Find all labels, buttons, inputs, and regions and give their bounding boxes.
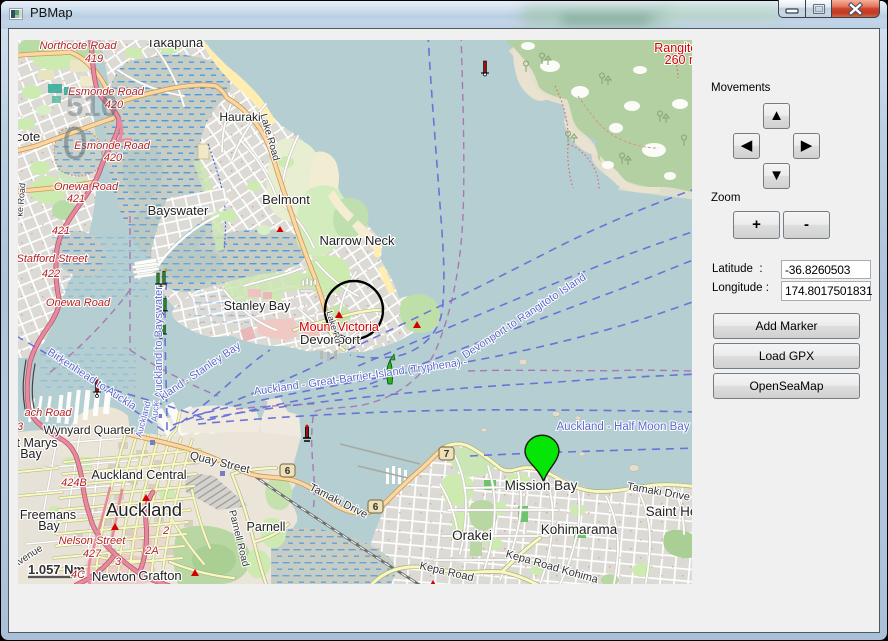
- svg-text:4C: 4C: [71, 569, 85, 581]
- svg-text:Auckland - Half Moon Bay: Auckland - Half Moon Bay: [557, 421, 690, 433]
- svg-text:ach Road: ach Road: [24, 407, 72, 419]
- svg-text:2: 2: [162, 525, 169, 537]
- svg-text:0: 0: [62, 117, 88, 169]
- svg-text:Onewa Road: Onewa Road: [46, 297, 111, 309]
- svg-text:424B: 424B: [61, 477, 87, 489]
- svg-text:2A: 2A: [144, 545, 158, 557]
- svg-text:260 m: 260 m: [665, 53, 692, 67]
- svg-text:Stanley Bay: Stanley Bay: [224, 299, 291, 313]
- svg-text:Mission Bay: Mission Bay: [505, 478, 578, 493]
- svg-text:Belmont: Belmont: [262, 192, 310, 207]
- svg-text:6: 6: [373, 502, 379, 513]
- svg-text:cote: cote: [18, 129, 40, 144]
- svg-text:Bay: Bay: [38, 519, 60, 533]
- svg-text:Devonport: Devonport: [300, 332, 360, 347]
- svg-text:6: 6: [285, 466, 291, 477]
- svg-text:Grafton: Grafton: [138, 568, 181, 583]
- svg-text:Bayswater: Bayswater: [148, 203, 209, 218]
- svg-text:420: 420: [104, 152, 123, 164]
- svg-text:Kohimarama: Kohimarama: [541, 522, 618, 537]
- svg-text:Auckland to Bayswater: Auckland to Bayswater: [153, 286, 165, 398]
- svg-text:Nelson Street: Nelson Street: [59, 535, 127, 547]
- svg-text:3: 3: [18, 421, 24, 433]
- svg-text:419: 419: [85, 53, 103, 65]
- svg-text:421: 421: [67, 193, 85, 205]
- svg-text:422: 422: [42, 268, 60, 280]
- svg-text:Narrow Neck: Narrow Neck: [319, 233, 395, 248]
- svg-text:Wynyard Quarter: Wynyard Quarter: [43, 423, 134, 437]
- svg-text:Takapuna: Takapuna: [147, 40, 204, 50]
- svg-text:Onewa Road: Onewa Road: [54, 181, 119, 193]
- svg-text:Saint Hel: Saint Hel: [646, 504, 692, 519]
- svg-text:Northcote Road: Northcote Road: [39, 40, 117, 52]
- svg-text:Auckland: Auckland: [106, 499, 182, 520]
- svg-text:Bay: Bay: [20, 447, 42, 461]
- svg-text:Parnell: Parnell: [247, 520, 286, 534]
- svg-text:Stafford Street: Stafford Street: [18, 253, 88, 265]
- svg-text:Hauraki: Hauraki: [219, 110, 260, 124]
- svg-text:3: 3: [115, 556, 122, 568]
- svg-text:7: 7: [444, 449, 450, 460]
- svg-text:Auckland Central: Auckland Central: [91, 468, 186, 482]
- svg-text:Newton: Newton: [92, 569, 136, 584]
- svg-text:Auck: Auck: [149, 401, 161, 422]
- svg-text:421: 421: [52, 225, 70, 237]
- svg-text:427: 427: [83, 548, 102, 560]
- svg-text:Orakei: Orakei: [452, 528, 492, 543]
